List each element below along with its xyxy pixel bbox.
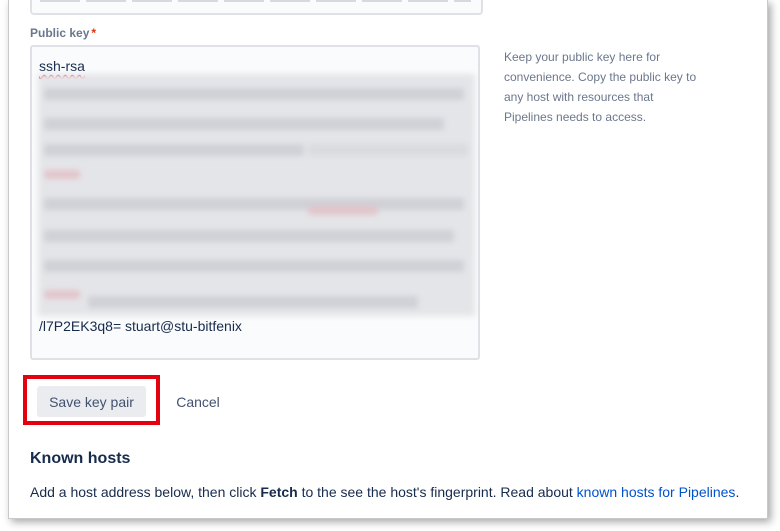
public-key-textarea[interactable]: ssh-rsa /l7P2EK3q8= stuart@stu-bitfenix (30, 45, 480, 360)
public-key-label-text: Public key (30, 26, 90, 40)
known-hosts-desc-text-2: to the see the host's fingerprint. Read … (297, 484, 577, 500)
known-hosts-link[interactable]: known hosts for Pipelines (577, 484, 736, 500)
previous-key-field[interactable] (30, 0, 483, 15)
known-hosts-desc-text-1: Add a host address below, then click (30, 484, 261, 500)
public-key-last-line: /l7P2EK3q8= stuart@stu-bitfenix (39, 318, 242, 334)
fetch-keyword: Fetch (260, 484, 298, 500)
public-key-first-line: ssh-rsa (39, 58, 85, 74)
ssh-keys-panel: Public key * ssh-rsa /l7P2EK3q8= stuart@s… (8, 0, 768, 519)
cancel-button[interactable]: Cancel (167, 386, 229, 417)
previous-key-redacted-content (40, 0, 471, 2)
public-key-redacted-content (38, 74, 475, 316)
required-marker: * (91, 26, 97, 40)
known-hosts-desc-end: . (735, 484, 740, 500)
known-hosts-description: Add a host address below, then click Fet… (30, 484, 739, 500)
public-key-help-text: Keep your public key here for convenienc… (504, 50, 697, 124)
save-key-pair-button[interactable]: Save key pair (37, 386, 146, 417)
public-key-label: Public key * (30, 26, 96, 40)
known-hosts-title: Known hosts (30, 450, 131, 467)
